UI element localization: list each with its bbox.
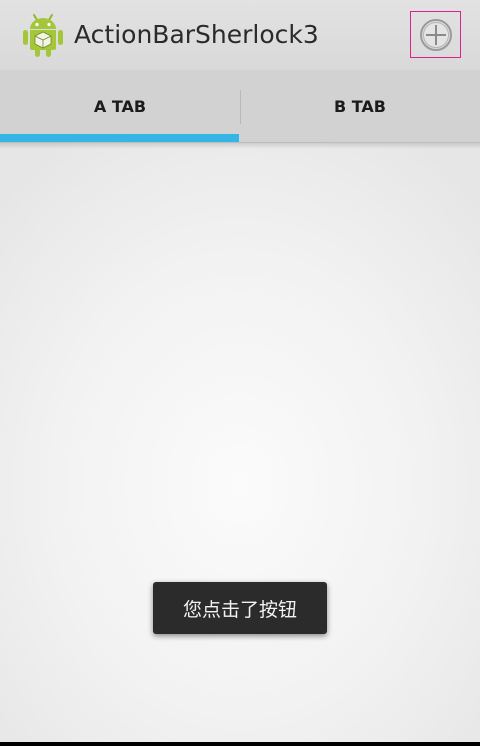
- app-screen: ActionBarSherlock3 A TAB B TAB 您点击了按钮: [0, 0, 480, 746]
- toast-message: 您点击了按钮: [153, 582, 327, 634]
- toast-text: 您点击了按钮: [182, 598, 297, 621]
- app-title: ActionBarSherlock3: [74, 20, 319, 49]
- add-circle-icon: [419, 18, 452, 51]
- selected-tab-indicator: [0, 134, 239, 142]
- tab-b-label: B TAB: [333, 96, 386, 116]
- tab-a[interactable]: A TAB: [0, 70, 240, 142]
- android-icon: [23, 14, 63, 57]
- tab-bar-shadow: [0, 143, 480, 149]
- add-action-button[interactable]: [410, 11, 461, 58]
- tab-a-label: A TAB: [93, 96, 147, 116]
- tab-b[interactable]: B TAB: [240, 70, 480, 142]
- tab-bar: A TAB B TAB: [0, 70, 480, 143]
- screen-bottom-edge: [0, 742, 480, 746]
- action-bar: ActionBarSherlock3: [0, 0, 480, 70]
